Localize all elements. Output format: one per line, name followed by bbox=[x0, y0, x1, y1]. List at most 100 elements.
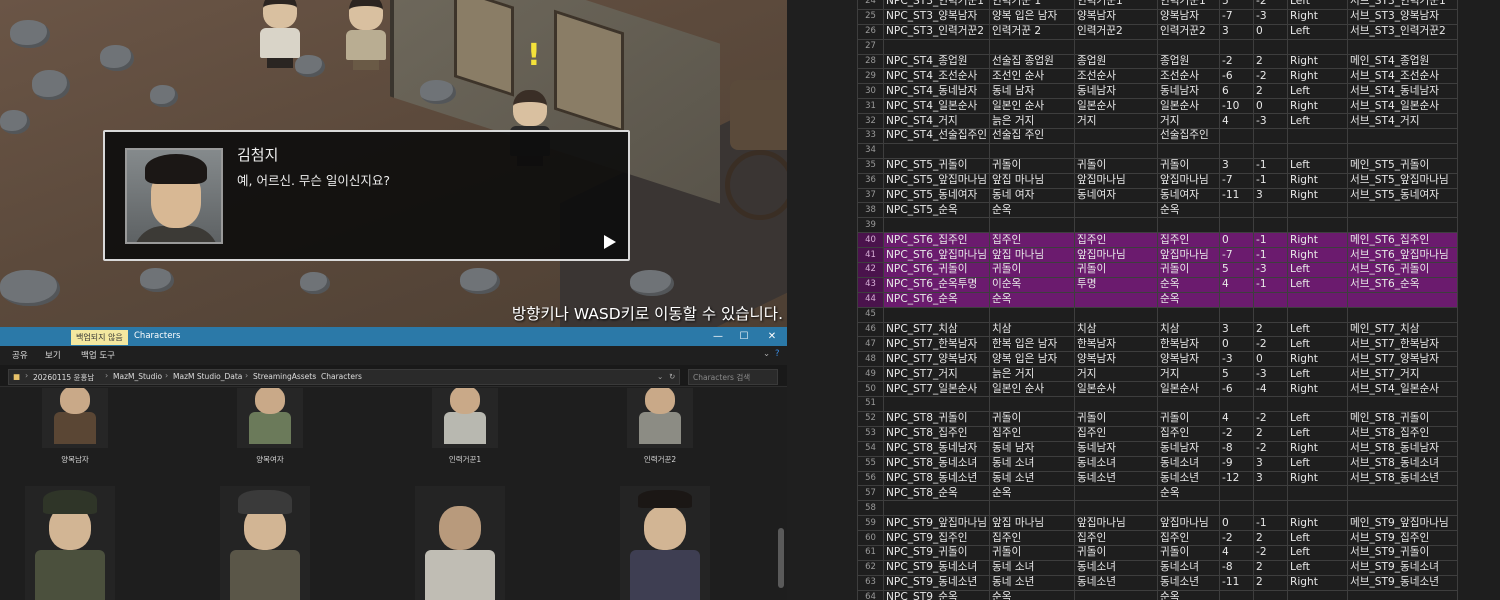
table-cell[interactable]: 조선인 순사 bbox=[989, 68, 1075, 85]
table-cell[interactable]: 귀돌이 bbox=[989, 262, 1075, 278]
table-cell[interactable]: 거지 bbox=[1157, 366, 1220, 383]
table-cell[interactable] bbox=[1219, 485, 1254, 502]
table-cell[interactable] bbox=[883, 396, 990, 412]
table-cell[interactable] bbox=[1074, 306, 1158, 323]
table-cell[interactable]: NPC_ST7_거지 bbox=[883, 366, 990, 383]
table-cell[interactable]: 메인_ST4_종업원 bbox=[1347, 53, 1458, 70]
table-cell[interactable] bbox=[883, 142, 990, 159]
table-cell[interactable]: 동네소녀 bbox=[1157, 559, 1220, 576]
table-cell[interactable] bbox=[989, 396, 1075, 412]
ribbon-tab-view[interactable]: 보기 bbox=[45, 349, 61, 361]
table-cell[interactable]: 동네소녀 bbox=[1074, 559, 1158, 576]
table-cell[interactable]: 일본순사 bbox=[1074, 381, 1158, 398]
table-cell[interactable]: NPC_ST5_순옥 bbox=[883, 202, 990, 219]
table-cell[interactable]: 앞집마나님 bbox=[1157, 515, 1220, 532]
table-cell[interactable]: 0 bbox=[1219, 515, 1254, 532]
table-cell[interactable]: Right bbox=[1287, 381, 1348, 398]
file-item[interactable]: 인력거꾼2 bbox=[610, 388, 710, 465]
table-cell[interactable]: 서브_ST9_동네소녀 bbox=[1347, 559, 1458, 576]
table-cell[interactable]: 치삼 bbox=[989, 321, 1075, 338]
breadcrumb-item[interactable]: MazM_Studio bbox=[113, 372, 162, 381]
dialogue-box[interactable]: 김첨지 예, 어르신. 무슨 일이신지요? bbox=[103, 130, 630, 261]
table-row[interactable]: 34 bbox=[857, 142, 1458, 159]
table-cell[interactable]: NPC_ST9_동네소년 bbox=[883, 574, 990, 591]
row-number[interactable]: 54 bbox=[857, 440, 884, 457]
row-number[interactable]: 44 bbox=[857, 291, 884, 308]
breadcrumb-item[interactable]: StreamingAssets bbox=[253, 372, 316, 381]
table-cell[interactable]: 서브_ST8_동네소녀 bbox=[1347, 455, 1458, 472]
table-row[interactable]: 35 NPC_ST5_귀돌이 귀돌이 귀돌이 귀돌이 3 -1 Left 메인_ST5_귀돌이 bbox=[857, 157, 1458, 174]
table-cell[interactable]: 메인_ST7_치삼 bbox=[1347, 321, 1458, 338]
table-cell[interactable]: NPC_ST9_앞집마나님 bbox=[883, 515, 990, 532]
table-cell[interactable]: NPC_ST8_귀돌이 bbox=[883, 410, 990, 427]
table-cell[interactable]: 동네 여자 bbox=[989, 187, 1075, 204]
table-row[interactable]: 37 NPC_ST5_동네여자 동네 여자 동네여자 동네여자 -11 3 Right 서브_S… bbox=[857, 187, 1458, 204]
table-cell[interactable] bbox=[989, 217, 1075, 234]
table-cell[interactable] bbox=[1219, 396, 1254, 412]
table-cell[interactable]: 집주인 bbox=[989, 232, 1075, 249]
table-cell[interactable]: 2 bbox=[1253, 425, 1288, 442]
table-cell[interactable]: 서브_ST7_양복남자 bbox=[1347, 351, 1458, 368]
table-cell[interactable] bbox=[1287, 202, 1348, 219]
table-cell[interactable]: NPC_ST9_동네소녀 bbox=[883, 559, 990, 576]
table-cell[interactable]: 순옥 bbox=[1157, 485, 1220, 502]
table-cell[interactable]: 일본인 순사 bbox=[989, 381, 1075, 398]
table-cell[interactable]: 귀돌이 bbox=[1074, 410, 1158, 427]
table-cell[interactable] bbox=[1347, 202, 1458, 219]
row-number[interactable]: 45 bbox=[857, 306, 884, 323]
table-cell[interactable]: NPC_ST3_양복남자 bbox=[883, 8, 990, 25]
breadcrumb-item[interactable]: MazM Studio_Data bbox=[173, 372, 242, 381]
table-cell[interactable]: Left bbox=[1287, 83, 1348, 100]
table-cell[interactable]: 서브_ST9_동네소년 bbox=[1347, 574, 1458, 591]
row-number[interactable]: 43 bbox=[857, 276, 884, 293]
table-cell[interactable]: 앞집 마나님 bbox=[989, 247, 1075, 264]
row-number[interactable]: 56 bbox=[857, 470, 884, 487]
table-cell[interactable]: -10 bbox=[1219, 98, 1254, 115]
table-cell[interactable]: 서브_ST4_조선순사 bbox=[1347, 68, 1458, 85]
row-number[interactable]: 58 bbox=[857, 500, 884, 517]
row-number[interactable]: 28 bbox=[857, 53, 884, 70]
table-cell[interactable] bbox=[1347, 500, 1458, 517]
table-row[interactable]: 31 NPC_ST4_일본순사 일본인 순사 일본순사 일본순사 -10 0 Right 서브_… bbox=[857, 98, 1458, 115]
table-cell[interactable]: Left bbox=[1287, 410, 1348, 427]
table-row[interactable]: 45 bbox=[857, 306, 1458, 323]
table-cell[interactable]: 서브_ST9_귀돌이 bbox=[1347, 544, 1458, 561]
table-cell[interactable]: NPC_ST6_앞집마나님 bbox=[883, 247, 990, 264]
table-cell[interactable] bbox=[1347, 142, 1458, 159]
row-number[interactable]: 34 bbox=[857, 142, 884, 159]
breadcrumb-item[interactable]: Characters bbox=[321, 372, 362, 381]
table-cell[interactable]: 양복남자 bbox=[1074, 351, 1158, 368]
file-item[interactable] bbox=[210, 486, 320, 600]
table-cell[interactable]: NPC_ST4_조선순사 bbox=[883, 68, 990, 85]
table-cell[interactable]: 순옥 bbox=[1157, 276, 1220, 293]
table-cell[interactable]: 집주인 bbox=[1074, 232, 1158, 249]
table-cell[interactable] bbox=[1347, 128, 1458, 144]
table-cell[interactable]: 동네 소녀 bbox=[989, 559, 1075, 576]
file-item[interactable] bbox=[405, 486, 515, 600]
table-cell[interactable]: 치삼 bbox=[1074, 321, 1158, 338]
table-cell[interactable]: NPC_ST5_동네여자 bbox=[883, 187, 990, 204]
table-row[interactable]: 41 NPC_ST6_앞집마나님 앞집 마나님 앞집마나님 앞집마나님 -7 -1 Right… bbox=[857, 247, 1458, 264]
row-number[interactable]: 33 bbox=[857, 128, 884, 144]
row-number[interactable]: 50 bbox=[857, 381, 884, 398]
table-cell[interactable]: 동네 소녀 bbox=[989, 455, 1075, 472]
search-input[interactable]: Characters 검색 bbox=[688, 369, 778, 385]
table-cell[interactable] bbox=[1253, 202, 1288, 219]
table-cell[interactable]: 2 bbox=[1253, 321, 1288, 338]
table-cell[interactable] bbox=[1347, 396, 1458, 412]
table-cell[interactable]: -7 bbox=[1219, 8, 1254, 25]
table-cell[interactable]: Right bbox=[1287, 351, 1348, 368]
table-cell[interactable]: NPC_ST8_동네소녀 bbox=[883, 455, 990, 472]
table-cell[interactable]: 순옥 bbox=[989, 485, 1075, 502]
table-cell[interactable] bbox=[1347, 38, 1458, 55]
table-cell[interactable] bbox=[1219, 217, 1254, 234]
table-cell[interactable]: 집주인 bbox=[1074, 530, 1158, 546]
row-number[interactable]: 30 bbox=[857, 83, 884, 100]
table-cell[interactable]: 한복 입은 남자 bbox=[989, 336, 1075, 353]
npc-character[interactable] bbox=[258, 0, 302, 68]
table-cell[interactable]: Left bbox=[1287, 321, 1348, 338]
table-cell[interactable]: -1 bbox=[1253, 247, 1288, 264]
table-row[interactable]: 30 NPC_ST4_동네남자 동네 남자 동네남자 동네남자 6 2 Left 서브_ST4_… bbox=[857, 83, 1458, 100]
table-cell[interactable]: NPC_ST3_인력거꾼2 bbox=[883, 23, 990, 40]
table-cell[interactable]: NPC_ST8_동네남자 bbox=[883, 440, 990, 457]
